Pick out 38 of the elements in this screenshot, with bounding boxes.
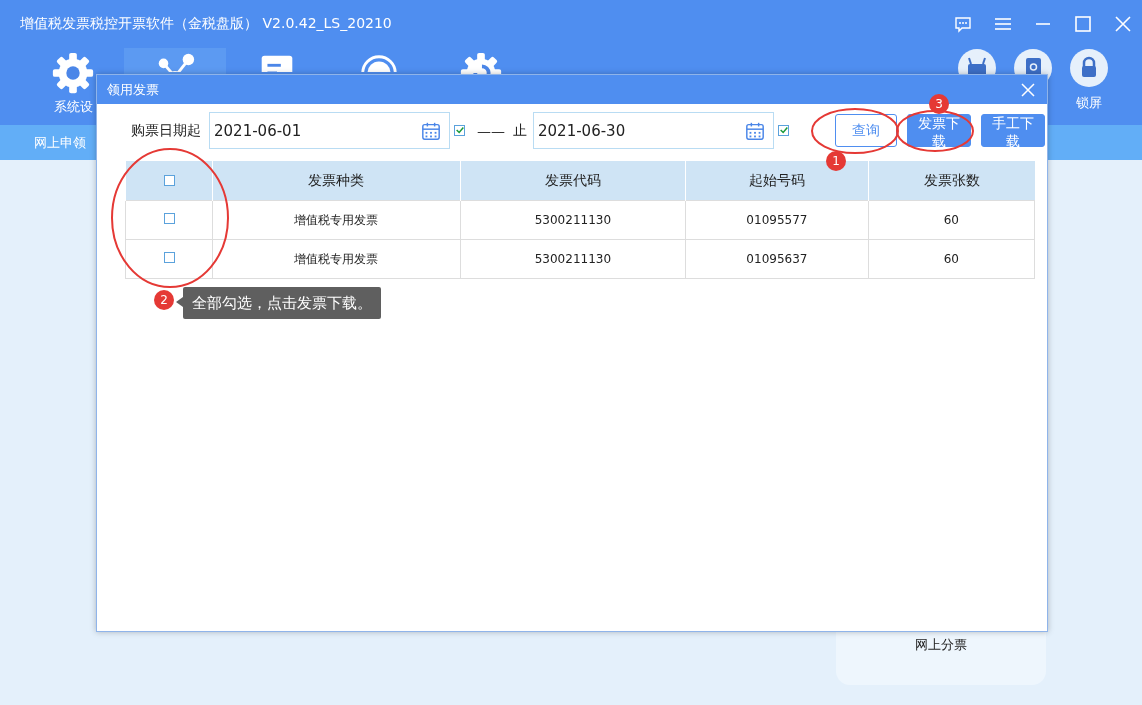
table-cell: 5300211130 <box>460 200 686 240</box>
close-icon[interactable] <box>1114 15 1132 33</box>
nav-tab[interactable]: 网上申领 <box>34 133 86 152</box>
column-header: 发票代码 <box>460 161 686 201</box>
date-field[interactable]: 2021-06-30 <box>533 112 774 149</box>
toolbar-label[interactable]: 锁屏 <box>1076 94 1102 112</box>
action-button[interactable]: 查询 <box>835 114 897 147</box>
table-cell: 增值税专用发票 <box>212 239 460 279</box>
action-button[interactable]: 手工下载 <box>981 114 1045 147</box>
dialog-title: 领用发票 <box>107 80 159 99</box>
column-header: 发票种类 <box>212 161 460 201</box>
calendar-icon[interactable] <box>421 120 441 141</box>
close-icon[interactable] <box>1021 82 1035 97</box>
calendar-icon[interactable] <box>745 120 765 141</box>
menu-icon[interactable] <box>994 15 1012 33</box>
action-button[interactable]: 发票下载 <box>907 114 971 147</box>
field-label: 止 <box>513 121 527 140</box>
table-cell: 60 <box>868 200 1035 240</box>
table-cell: 增值税专用发票 <box>212 200 460 240</box>
table-cell: 60 <box>868 239 1035 279</box>
field-label: 购票日期起 <box>131 121 201 140</box>
range-dash: —— <box>477 122 505 139</box>
table-cell: 5300211130 <box>460 239 686 279</box>
checkbox[interactable] <box>163 252 175 263</box>
checkbox[interactable] <box>454 125 465 136</box>
checkbox[interactable] <box>163 174 175 186</box>
checkbox[interactable] <box>163 213 175 224</box>
column-header: 发票张数 <box>868 161 1035 201</box>
maximize-icon[interactable] <box>1074 15 1092 33</box>
message-icon[interactable] <box>954 15 972 33</box>
tooltip: 全部勾选，点击发票下载。 <box>183 287 381 319</box>
gear-icon <box>50 50 96 96</box>
date-field[interactable]: 2021-06-01 <box>209 112 450 149</box>
table-cell: 01095577 <box>685 200 869 240</box>
window-title: 增值税发票税控开票软件（金税盘版） V2.0.42_LS_20210 <box>20 15 393 33</box>
checkbox[interactable] <box>778 125 789 136</box>
table-cell: 01095637 <box>685 239 869 279</box>
lock-icon <box>1069 48 1109 88</box>
